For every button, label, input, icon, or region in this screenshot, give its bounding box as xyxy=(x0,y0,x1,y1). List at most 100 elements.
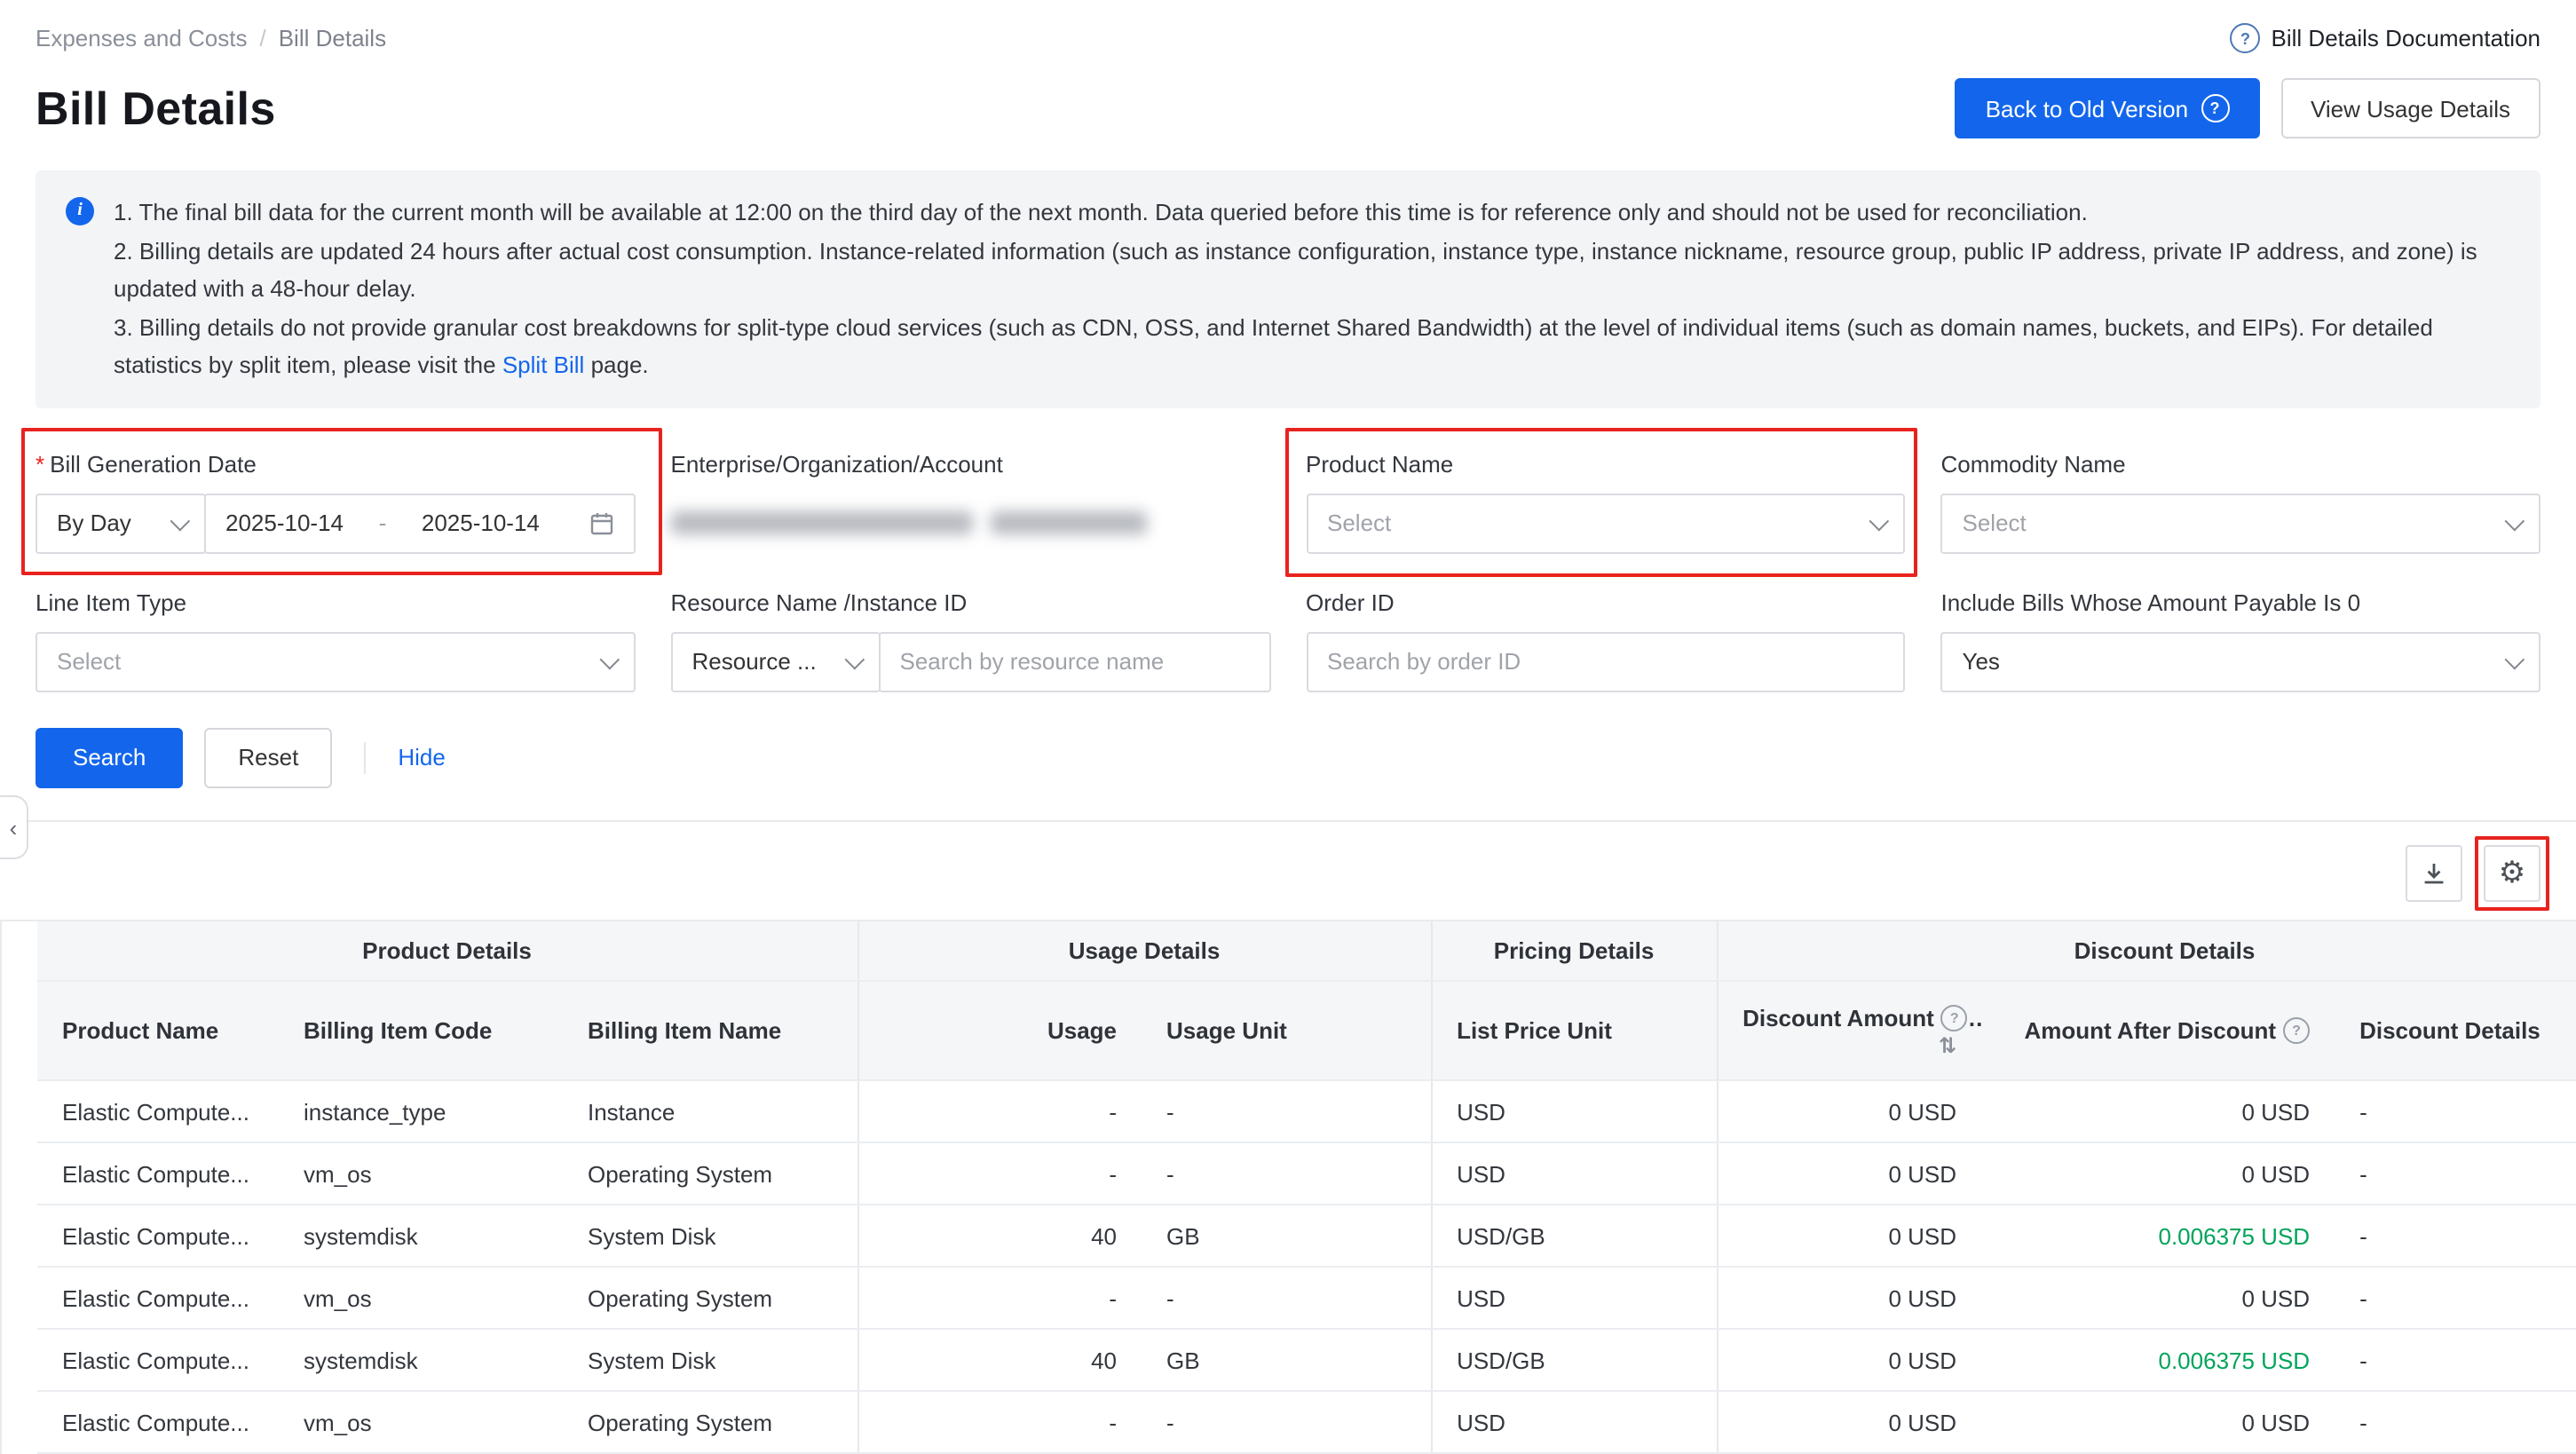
commodity-name-label: Commodity Name xyxy=(1941,450,2541,478)
documentation-link[interactable]: ? Bill Details Documentation xyxy=(2231,23,2540,53)
notice-line-1: 1. The final bill data for the current m… xyxy=(114,194,2501,232)
cell-billing-item-code: vm_os xyxy=(279,1391,563,1453)
resource-label: Resource Name /Instance ID xyxy=(671,589,1271,617)
reset-button[interactable]: Reset xyxy=(204,727,332,787)
account-label: Enterprise/Organization/Account xyxy=(671,450,1271,478)
cell-list-price-unit: USD/GB xyxy=(1431,1205,1717,1267)
filter-product-name: Product Name Select xyxy=(1306,450,1906,553)
include-zero-bills-select[interactable]: Yes xyxy=(1941,631,2541,691)
line-item-type-placeholder: Select xyxy=(57,648,121,675)
table-settings-button[interactable]: ⚙ xyxy=(2484,844,2540,901)
cell-usage-unit: GB xyxy=(1142,1205,1431,1267)
view-usage-details-button[interactable]: View Usage Details xyxy=(2280,78,2540,138)
redacted-text-blob xyxy=(991,511,1147,534)
cell-discount-details: - xyxy=(2335,1391,2576,1453)
cell-product-name: Elastic Compute... xyxy=(37,1391,279,1453)
date-granularity-select[interactable]: By Day xyxy=(36,493,206,553)
cell-product-name: Elastic Compute... xyxy=(37,1329,279,1391)
question-icon: ? xyxy=(2283,1017,2310,1044)
chevron-down-icon xyxy=(1869,510,1890,531)
cell-billing-item-code: systemdisk xyxy=(279,1329,563,1391)
search-button[interactable]: Search xyxy=(36,727,183,787)
cell-usage-unit: GB xyxy=(1142,1329,1431,1391)
include-zero-bills-value: Yes xyxy=(1963,648,2000,675)
question-icon: ? xyxy=(2201,94,2229,122)
cell-product-name: Elastic Compute... xyxy=(37,1205,279,1267)
notice-line-3-text: 3. Billing details do not provide granul… xyxy=(114,313,2433,378)
column-header-list-price-unit: List Price Unit xyxy=(1431,981,1717,1080)
resource-type-value: Resource ... xyxy=(692,648,817,675)
line-item-type-select[interactable]: Select xyxy=(36,631,636,691)
download-button[interactable] xyxy=(2406,844,2462,901)
hide-filters-link[interactable]: Hide xyxy=(398,744,446,770)
date-range-start[interactable]: 2025-10-14 xyxy=(225,510,344,536)
divider xyxy=(364,741,366,773)
column-group-pricing-details: Pricing Details xyxy=(1431,921,1717,981)
split-bill-link[interactable]: Split Bill xyxy=(502,352,585,378)
cell-amount-after-discount: 0 USD xyxy=(1981,1142,2335,1205)
page-title: Bill Details xyxy=(36,78,276,138)
commodity-name-select[interactable]: Select xyxy=(1941,493,2541,553)
column-group-usage-details: Usage Details xyxy=(857,921,1431,981)
account-value-redacted xyxy=(671,493,1271,553)
table-row: Elastic Compute...systemdiskSystem Disk4… xyxy=(37,1329,2576,1391)
table-row: Elastic Compute...vm_osOperating System-… xyxy=(37,1391,2576,1453)
cell-amount-after-discount: 0 USD xyxy=(1981,1391,2335,1453)
calendar-icon xyxy=(589,510,613,535)
cell-usage: - xyxy=(857,1142,1142,1205)
question-icon: ? xyxy=(1941,1005,1968,1031)
cell-list-price-unit: USD xyxy=(1431,1080,1717,1142)
chevron-down-icon xyxy=(844,649,865,669)
bill-table: Product Details Usage Details Pricing De… xyxy=(37,921,2576,1454)
chevron-down-icon xyxy=(599,649,620,669)
cell-list-price-unit: USD xyxy=(1431,1267,1717,1329)
cell-billing-item-name: Operating System xyxy=(563,1267,857,1329)
breadcrumb-separator: / xyxy=(259,25,265,51)
product-name-select[interactable]: Select xyxy=(1306,493,1906,553)
breadcrumb-item-bill-details: Bill Details xyxy=(279,25,386,51)
column-header-discount-amount[interactable]: Discount Amount? ⇅ xyxy=(1717,981,1981,1080)
date-range-picker[interactable]: 2025-10-14 - 2025-10-14 xyxy=(204,493,636,553)
table-toolbar: ⚙ xyxy=(0,844,2576,901)
resource-search-input[interactable] xyxy=(900,648,1250,675)
resource-type-select[interactable]: Resource ... xyxy=(671,631,881,691)
cell-product-name: Elastic Compute... xyxy=(37,1267,279,1329)
cell-discount-amount: 0 USD xyxy=(1717,1391,1981,1453)
filter-form: * Bill Generation Date By Day 2025-10-14… xyxy=(0,450,2576,691)
collapse-panel-handle[interactable]: ‹ xyxy=(0,795,28,859)
cell-billing-item-name: System Disk xyxy=(563,1205,857,1267)
back-to-old-version-label: Back to Old Version xyxy=(1986,95,2188,122)
download-icon xyxy=(2420,858,2448,887)
table-row: Elastic Compute...systemdiskSystem Disk4… xyxy=(37,1205,2576,1267)
cell-billing-item-code: vm_os xyxy=(279,1142,563,1205)
notice-line-2: 2. Billing details are updated 24 hours … xyxy=(114,232,2501,308)
filter-account: Enterprise/Organization/Account xyxy=(671,450,1271,553)
column-group-product-details: Product Details xyxy=(37,921,857,981)
back-to-old-version-button[interactable]: Back to Old Version ? xyxy=(1956,78,2259,138)
cell-usage-unit: - xyxy=(1142,1391,1431,1453)
date-granularity-value: By Day xyxy=(57,510,131,536)
breadcrumb: Expenses and Costs / Bill Details xyxy=(36,25,386,51)
cell-usage: 40 xyxy=(857,1205,1142,1267)
cell-billing-item-code: vm_os xyxy=(279,1267,563,1329)
filter-resource: Resource Name /Instance ID Resource ... xyxy=(671,589,1271,691)
table-row: Elastic Compute...instance_typeInstance-… xyxy=(37,1080,2576,1142)
cell-usage-unit: - xyxy=(1142,1142,1431,1205)
date-range-end[interactable]: 2025-10-14 xyxy=(422,510,540,536)
commodity-name-placeholder: Select xyxy=(1963,510,2027,536)
bill-table-wrap: Product Details Usage Details Pricing De… xyxy=(0,919,2576,1454)
filter-actions: Search Reset Hide xyxy=(0,727,2576,787)
sort-icon[interactable]: ⇅ xyxy=(1939,1033,1956,1058)
order-id-input[interactable] xyxy=(1327,648,1885,675)
cell-discount-amount: 0 USD xyxy=(1717,1080,1981,1142)
cell-amount-after-discount: 0.006375 USD xyxy=(1981,1329,2335,1391)
column-header-amount-after-discount: Amount After Discount? xyxy=(1981,981,2335,1080)
cell-discount-amount: 0 USD xyxy=(1717,1205,1981,1267)
breadcrumb-item-expenses[interactable]: Expenses and Costs xyxy=(36,25,247,51)
cell-usage: - xyxy=(857,1391,1142,1453)
filter-commodity-name: Commodity Name Select xyxy=(1941,450,2541,553)
cell-billing-item-name: Operating System xyxy=(563,1142,857,1205)
cell-amount-after-discount: 0.006375 USD xyxy=(1981,1205,2335,1267)
column-header-billing-item-code: Billing Item Code xyxy=(279,981,563,1080)
product-name-label: Product Name xyxy=(1306,450,1906,478)
